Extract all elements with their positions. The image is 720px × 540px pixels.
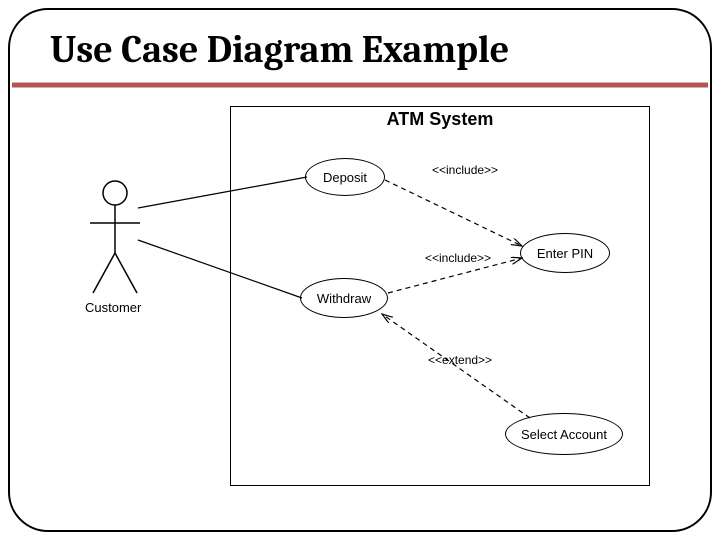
- system-title: ATM System: [231, 109, 649, 130]
- usecase-label: Withdraw: [317, 291, 371, 306]
- usecase-label: Deposit: [323, 170, 367, 185]
- usecase-select-account: Select Account: [505, 413, 623, 455]
- slide-frame: Use Case Diagram Example Customer ATM Sy…: [8, 8, 712, 532]
- include-label-2: <<include>>: [425, 251, 491, 265]
- include-label-1: <<include>>: [432, 163, 498, 177]
- actor-icon: [85, 178, 145, 298]
- extend-label-1: <<extend>>: [428, 353, 492, 367]
- usecase-label: Select Account: [521, 427, 607, 442]
- usecase-deposit: Deposit: [305, 158, 385, 196]
- usecase-enter-pin: Enter PIN: [520, 233, 610, 273]
- diagram-area: Customer ATM System Deposit Withdraw Ent…: [10, 88, 710, 518]
- actor-label: Customer: [85, 300, 141, 315]
- slide-title: Use Case Diagram Example: [10, 10, 710, 76]
- usecase-label: Enter PIN: [537, 246, 593, 261]
- usecase-withdraw: Withdraw: [300, 278, 388, 318]
